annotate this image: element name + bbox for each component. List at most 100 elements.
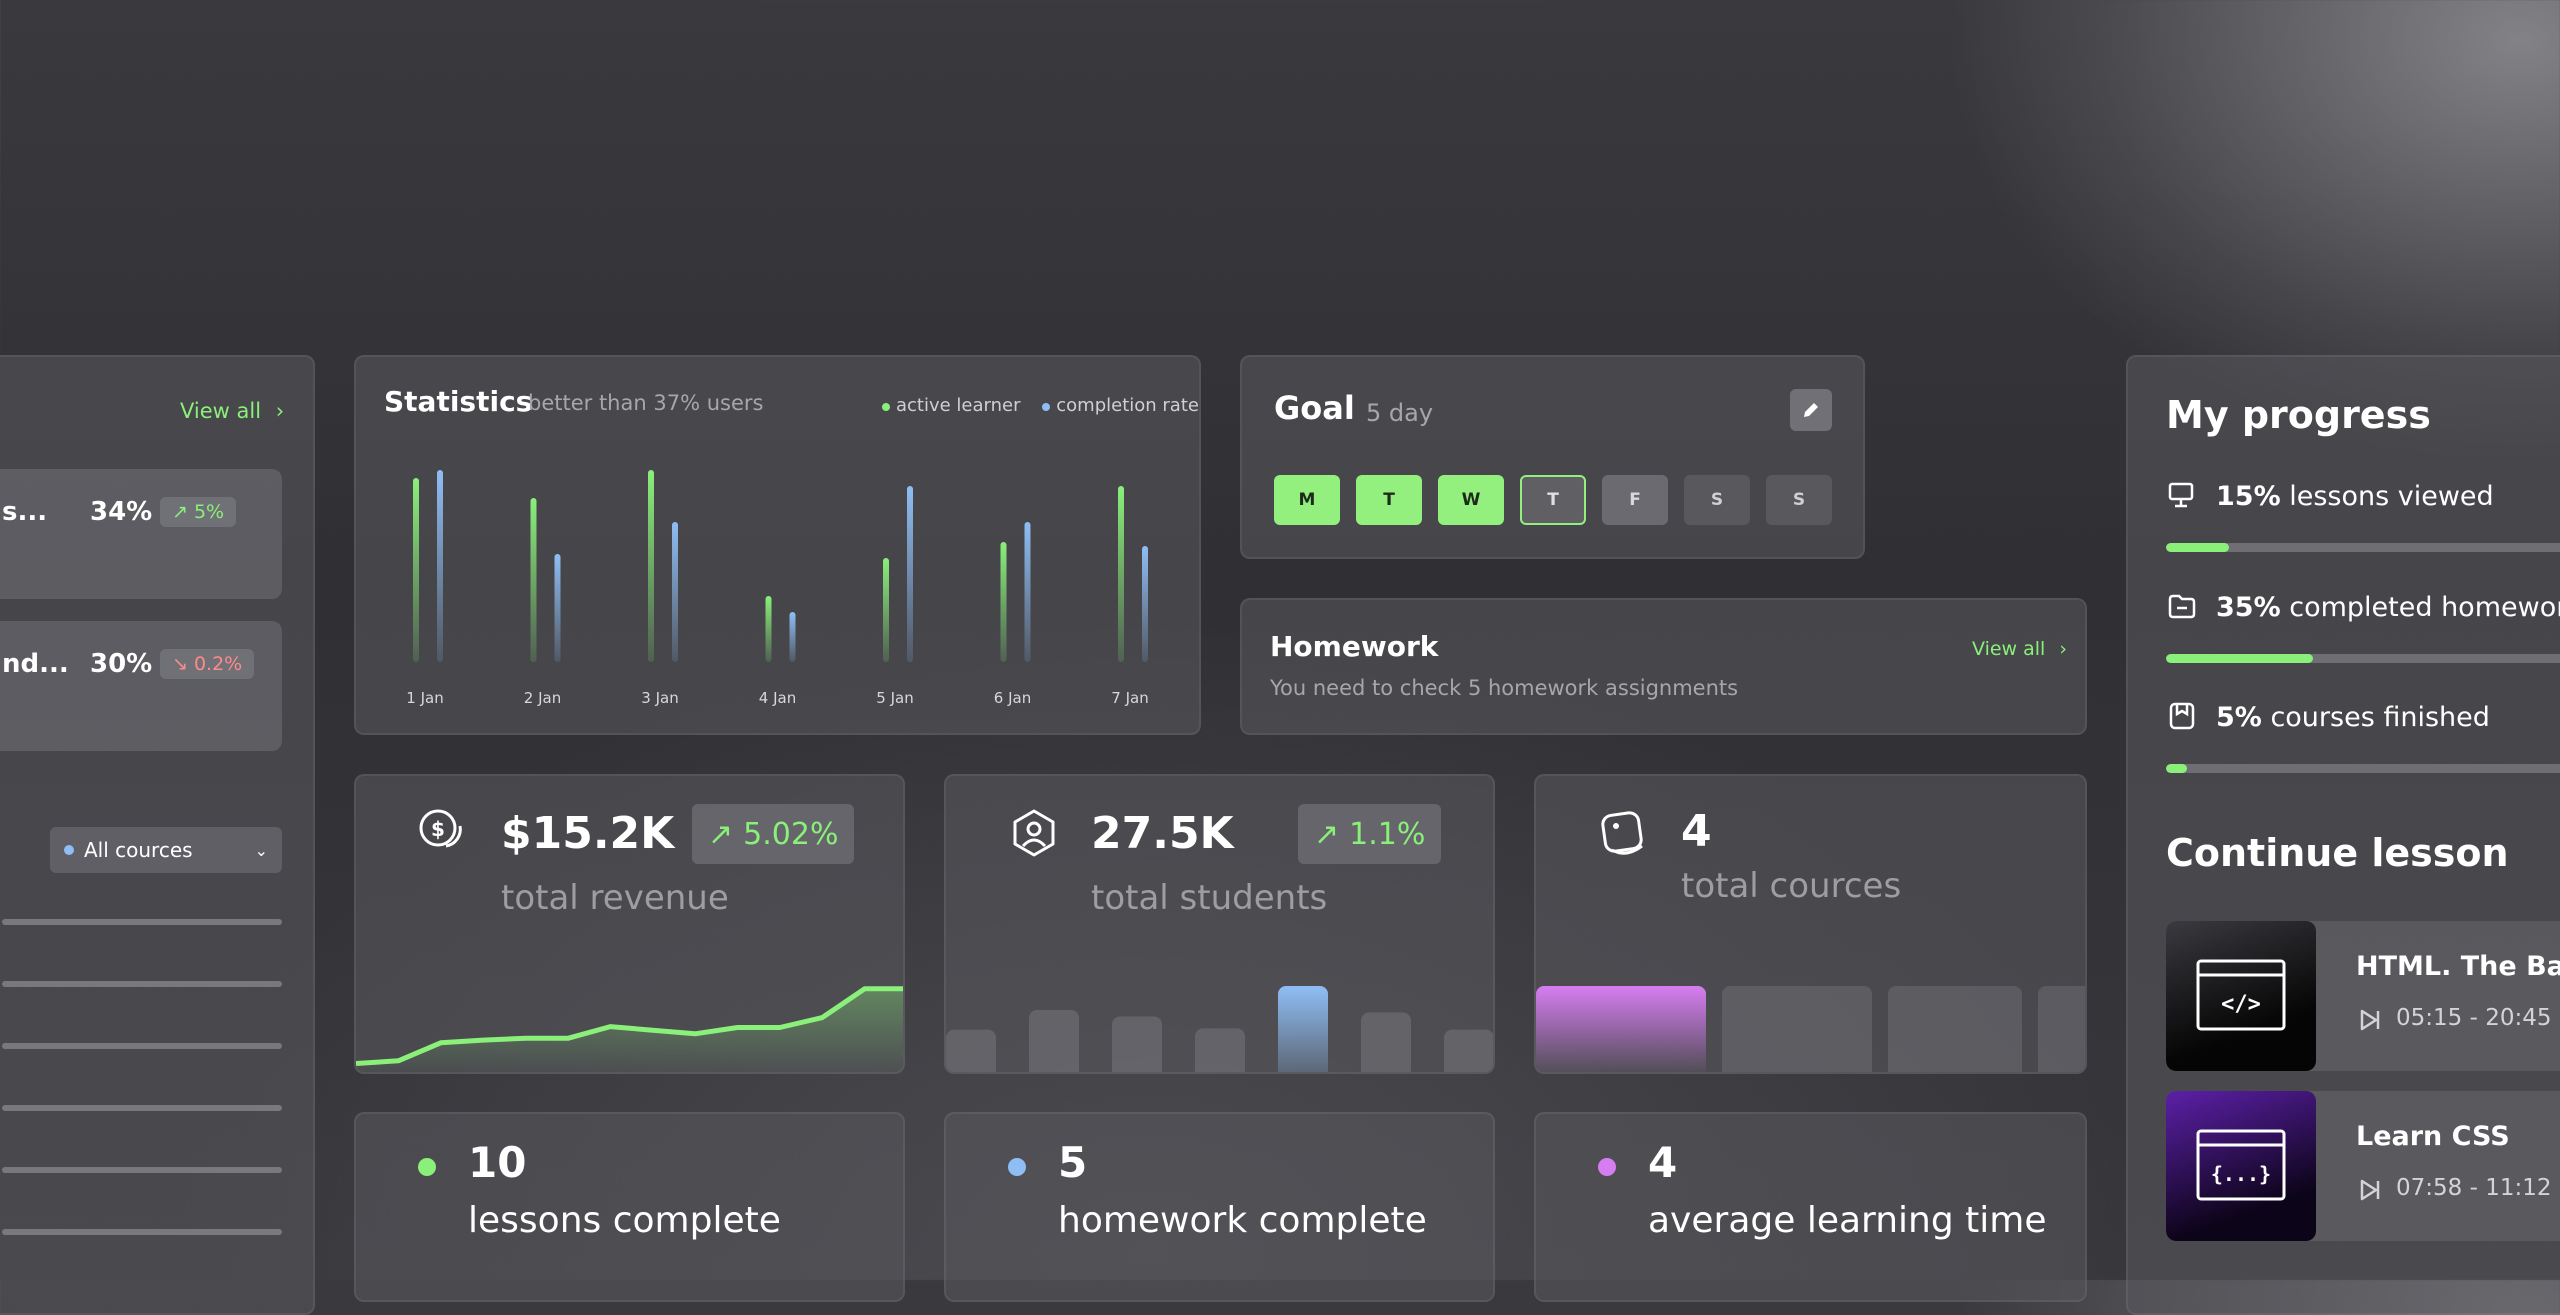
bar-completion-rate — [789, 612, 796, 662]
student-bar-highlight — [1278, 986, 1328, 1072]
lesson-time: 07:58 - 11:12 — [2396, 1175, 2552, 1201]
x-tick-label: 5 Jan — [876, 689, 913, 707]
x-tick-label: 7 Jan — [1111, 689, 1148, 707]
bar-active-learner — [413, 478, 419, 662]
play-icon — [2360, 1009, 2380, 1031]
lesson-card[interactable]: {...} Learn CSS 07:58 - 11:12 — [2166, 1091, 2560, 1241]
x-tick-label: 4 Jan — [759, 689, 796, 707]
monitor-icon — [2168, 482, 2194, 508]
bar-active-learner — [883, 558, 889, 662]
dice-icon — [1601, 811, 1643, 855]
bar-completion-rate — [437, 470, 443, 662]
course-block — [2038, 986, 2085, 1072]
course-row[interactable]: s... 34% ↗ 5% — [0, 469, 282, 599]
progress-item: 35% completed homework — [2216, 592, 2560, 623]
learning-time-card: 4 average learning time — [1534, 1112, 2087, 1302]
course-name: nd... — [2, 649, 69, 679]
folder-icon — [2168, 594, 2196, 619]
bookmark-icon — [2169, 702, 2195, 730]
progress-label: lessons viewed — [2289, 481, 2494, 512]
x-tick-label: 6 Jan — [994, 689, 1031, 707]
goal-day-1[interactable]: T — [1356, 475, 1422, 525]
view-all-label: View all — [1972, 638, 2046, 660]
change-badge: ↘ 0.2% — [160, 649, 255, 679]
list-line — [2, 1043, 282, 1049]
top-courses-view-all[interactable]: View all › — [180, 399, 284, 423]
bar-active-learner — [1000, 542, 1007, 662]
lesson-card[interactable]: </> HTML. The Basi 05:15 - 20:45 — [2166, 921, 2560, 1071]
arrow-down-right-icon: ↘ — [172, 653, 188, 675]
filter-dot — [64, 845, 74, 855]
homework-title: Homework — [1270, 630, 1439, 663]
goal-day-0[interactable]: M — [1274, 475, 1340, 525]
progress-item: 5% courses finished — [2216, 702, 2490, 733]
chevron-right-icon: › — [275, 399, 285, 423]
homework-complete-value: 5 — [1058, 1138, 1088, 1187]
play-icon — [2360, 1179, 2380, 1201]
goal-panel: Goal 5 day MTWTFSS — [1240, 355, 1865, 559]
course-block — [1888, 986, 2022, 1072]
progress-label: courses finished — [2270, 702, 2490, 733]
my-progress-panel: My progress 15% lessons viewed 35% compl… — [2126, 355, 2560, 1315]
revenue-trend-chart — [356, 986, 903, 1072]
goal-day-5[interactable]: S — [1684, 475, 1750, 525]
revenue-label: total revenue — [501, 878, 729, 918]
bar-completion-rate — [672, 522, 678, 662]
progress-track — [2166, 654, 2560, 663]
progress-fill — [2166, 543, 2229, 552]
user-hexagon-icon — [1013, 809, 1055, 857]
goal-day-2[interactable]: W — [1438, 475, 1504, 525]
change-value: 5% — [193, 501, 225, 523]
progress-percent: 5% — [2216, 702, 2262, 733]
progress-percent: 35% — [2216, 592, 2281, 623]
list-line — [2, 1167, 282, 1173]
edit-goal-button[interactable] — [1790, 389, 1832, 431]
code-window-icon: </> — [2196, 959, 2286, 1031]
students-label: total students — [1091, 878, 1328, 918]
change-value: 0.2% — [193, 653, 243, 675]
revenue-change-badge: ↗ 5.02% — [692, 804, 855, 864]
x-tick-label: 3 Jan — [641, 689, 678, 707]
bar-active-learner — [648, 470, 654, 662]
status-dot — [1008, 1158, 1026, 1176]
courses-card: 4 total cources — [1534, 774, 2087, 1074]
goal-day-6[interactable]: S — [1766, 475, 1832, 525]
goal-title: Goal — [1274, 389, 1355, 427]
view-all-label: View all — [180, 399, 262, 423]
goal-subtitle: 5 day — [1366, 399, 1434, 427]
lesson-thumb-glyph: </> — [2221, 992, 2261, 1017]
pencil-icon — [1804, 403, 1818, 417]
bar-active-learner — [765, 596, 772, 662]
arrow-up-right-icon: ↗ — [172, 501, 188, 523]
course-percent: 34% — [90, 497, 153, 527]
lessons-complete-label: lessons complete — [468, 1200, 781, 1241]
goal-day-3[interactable]: T — [1520, 475, 1586, 525]
student-bar — [1195, 1028, 1245, 1072]
progress-track — [2166, 764, 2560, 773]
students-card: 27.5K total students ↗ 1.1% — [944, 774, 1495, 1074]
revenue-card: $ $15.2K total revenue ↗ 5.02% — [354, 774, 905, 1074]
chevron-down-icon: ⌄ — [254, 840, 268, 860]
course-row[interactable]: nd... 30% ↘ 0.2% — [0, 621, 282, 751]
lesson-title: HTML. The Basi — [2356, 951, 2560, 982]
progress-track — [2166, 543, 2560, 552]
progress-percent: 15% — [2216, 481, 2281, 512]
course-name: s... — [2, 497, 48, 527]
revenue-change: 5.02% — [743, 816, 839, 852]
lesson-time: 05:15 - 20:45 — [2396, 1005, 2552, 1031]
progress-fill — [2166, 764, 2187, 773]
my-progress-title: My progress — [2166, 393, 2431, 437]
lesson-thumb-glyph: {...} — [2211, 1162, 2271, 1186]
student-bar — [1444, 1029, 1493, 1072]
student-bar — [1361, 1012, 1411, 1072]
course-block — [1722, 986, 1872, 1072]
course-filter-select[interactable]: All cources ⌄ — [50, 827, 282, 873]
bar-completion-rate — [907, 486, 913, 662]
dollar-coins-icon: $ — [419, 809, 462, 848]
revenue-trend-area — [356, 988, 903, 1072]
change-badge: ↗ 5% — [160, 497, 237, 527]
list-line — [2, 981, 282, 987]
lessons-complete-value: 10 — [468, 1138, 527, 1187]
homework-view-all[interactable]: View all › — [1972, 638, 2067, 660]
goal-day-4[interactable]: F — [1602, 475, 1668, 525]
